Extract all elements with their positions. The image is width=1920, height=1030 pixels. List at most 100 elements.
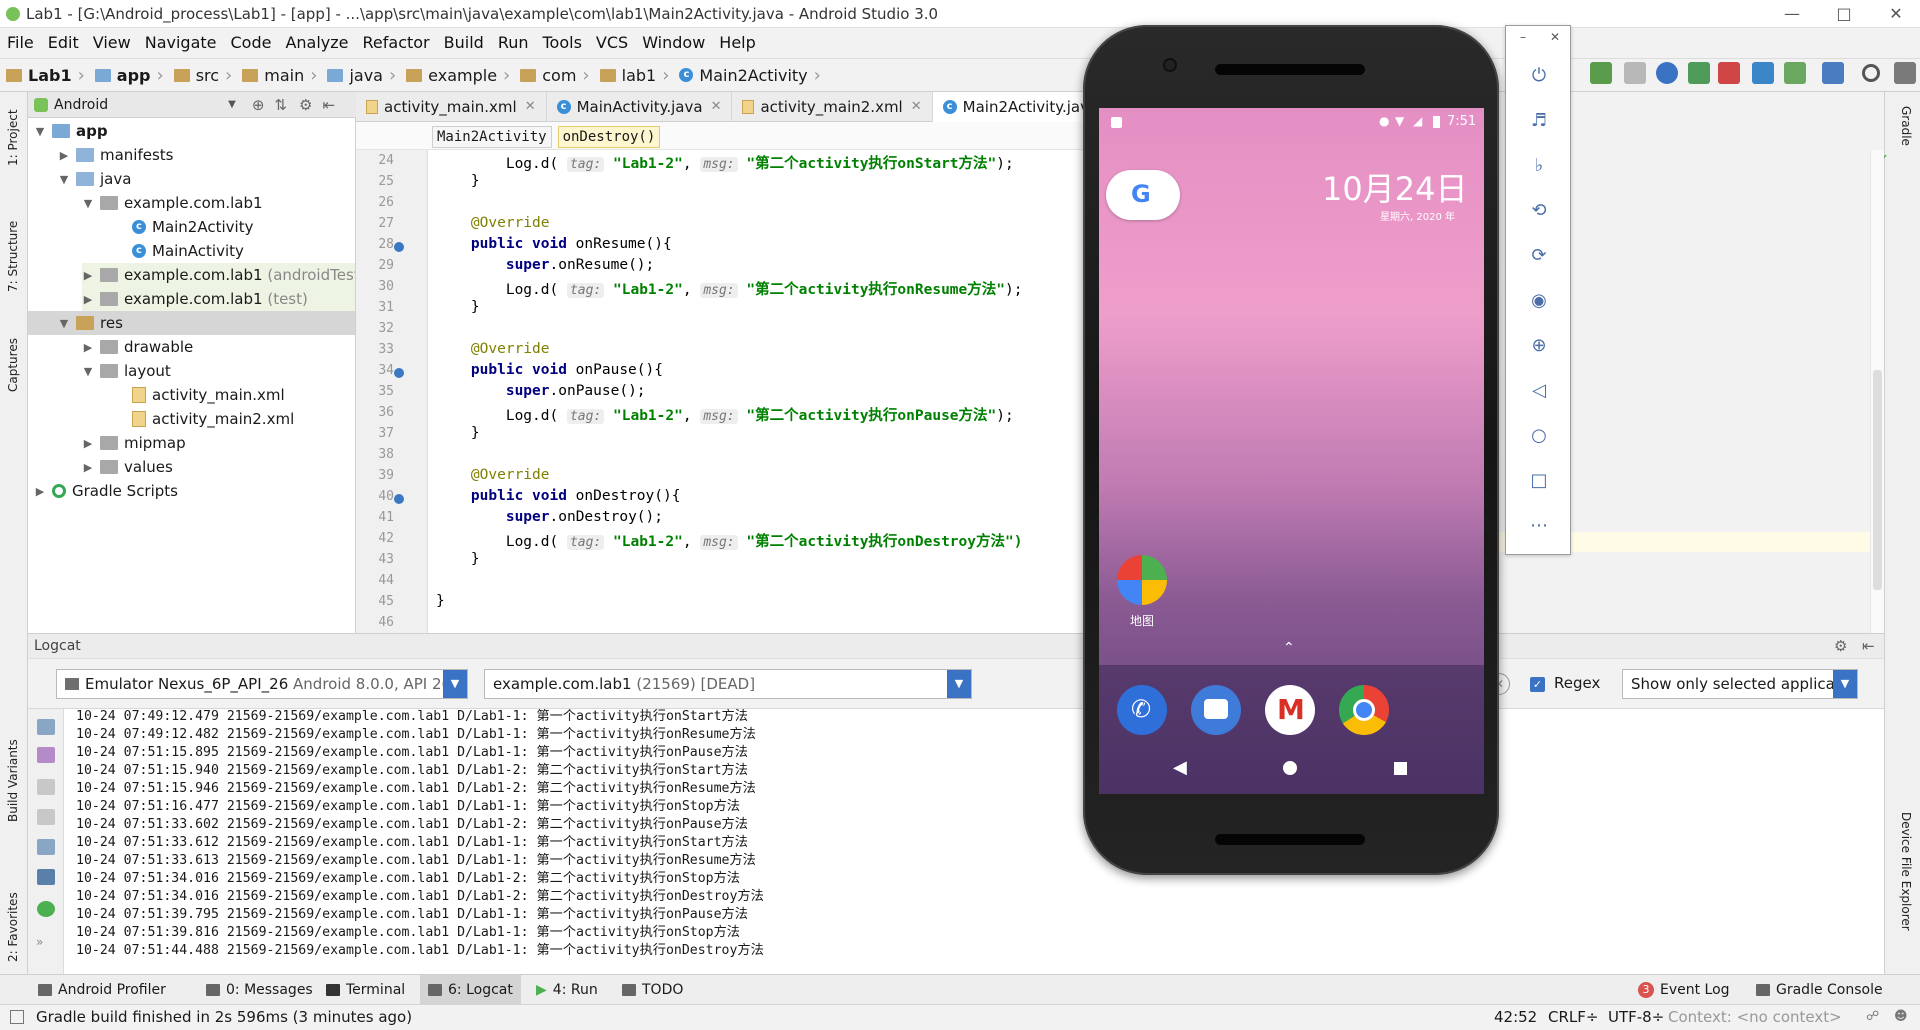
more-icon[interactable]: » (36, 935, 43, 949)
crumb-main2activity[interactable]: c Main2Activity › (673, 58, 824, 92)
tab-terminal[interactable]: Terminal (318, 975, 413, 1005)
tree-node-drawable[interactable]: ▶ drawable (82, 335, 194, 359)
gear-icon[interactable]: ⚙ (299, 96, 312, 114)
collapse-all-icon[interactable]: ⇅ (274, 96, 287, 114)
line-separator[interactable]: CRLF÷ (1548, 1008, 1598, 1026)
power-icon[interactable]: ⏻ (1527, 64, 1551, 88)
restore-icon[interactable]: □ (1818, 0, 1870, 28)
chevron-down-icon[interactable]: ▼ (58, 173, 70, 186)
screenshot-icon[interactable]: ◉ (1527, 289, 1551, 313)
tab-activity-main-xml[interactable]: activity_main.xml ✕ (356, 91, 547, 122)
clear-log-icon[interactable] (37, 719, 55, 735)
restart-icon[interactable] (37, 901, 55, 917)
maps-app-icon[interactable] (1117, 555, 1167, 605)
chevron-right-icon[interactable]: ▶ (82, 293, 94, 306)
tab-android-profiler[interactable]: Android Profiler (30, 975, 174, 1005)
overview-icon[interactable]: □ (1527, 469, 1551, 493)
zoom-icon[interactable]: ⊕ (1527, 334, 1551, 358)
tab-activity-main2-xml[interactable]: activity_main2.xml ✕ (732, 91, 933, 122)
search-icon[interactable] (1862, 64, 1880, 82)
tab-event-log[interactable]: 3 Event Log (1630, 975, 1738, 1005)
scroll-thumb[interactable] (1873, 370, 1882, 590)
menu-navigate[interactable]: Navigate (138, 28, 224, 58)
chevron-down-icon[interactable]: ▼ (947, 670, 971, 698)
captures-tool-tab[interactable]: Captures (6, 338, 20, 392)
gmail-app-icon[interactable]: M (1265, 685, 1315, 735)
crumb-java[interactable]: java › (321, 58, 400, 92)
chrome-app-icon[interactable] (1339, 685, 1389, 735)
favorites-tool-tab[interactable]: 2: Favorites (6, 892, 20, 962)
down-icon[interactable] (37, 809, 55, 825)
sync-scroll-icon[interactable]: ⊕ (252, 96, 265, 114)
project-structure-icon[interactable] (1822, 62, 1844, 84)
minimize-icon[interactable]: — (1766, 0, 1818, 28)
menu-help[interactable]: Help (712, 28, 762, 58)
home-date[interactable]: 10月24日 (1322, 164, 1467, 210)
project-tool-tab[interactable]: 1: Project (6, 109, 20, 166)
override-marker-icon[interactable] (394, 368, 404, 378)
caret-position[interactable]: 42:52 (1494, 1008, 1537, 1026)
close-icon[interactable]: ✕ (911, 99, 922, 114)
debug-icon[interactable] (1590, 62, 1612, 84)
code-editor[interactable]: Log.d( tag: "Lab1-2", msg: "第二个activity执… (428, 150, 1086, 633)
tree-node-app[interactable]: ▼ app (34, 119, 108, 143)
menu-file[interactable]: File (0, 28, 41, 58)
rotate-left-icon[interactable]: ⟲ (1527, 199, 1551, 223)
recents-icon[interactable] (1394, 762, 1407, 775)
tree-node-activity-main-xml[interactable]: activity_main.xml (132, 383, 285, 407)
home-icon[interactable]: ○ (1527, 424, 1551, 448)
hide-panel-icon[interactable]: ⇤ (322, 96, 335, 114)
lock-icon[interactable]: ☍ (1866, 1009, 1879, 1024)
rotate-right-icon[interactable]: ⟳ (1527, 244, 1551, 268)
menu-refactor[interactable]: Refactor (356, 28, 437, 58)
messages-app-icon[interactable] (1191, 685, 1241, 735)
tab-messages[interactable]: 0: Messages (198, 975, 321, 1005)
avd-manager-icon[interactable] (1784, 62, 1806, 84)
tree-node-package-main[interactable]: ▼ example.com.lab1 (82, 191, 263, 215)
crumb-com[interactable]: com › (514, 58, 593, 92)
crumb-lab1-pkg[interactable]: lab1 › (594, 58, 674, 92)
crumb-lab1[interactable]: Lab1 › (0, 58, 89, 92)
tree-node-gradle-scripts[interactable]: ▶ Gradle Scripts (34, 479, 178, 503)
device-selector[interactable]: Emulator Nexus_6P_API_26 Android 8.0.0, … (56, 669, 468, 699)
tree-node-main2activity[interactable]: c Main2Activity (132, 215, 253, 239)
volume-down-icon[interactable]: ♭ (1527, 154, 1551, 178)
chevron-right-icon[interactable]: ▶ (58, 149, 70, 162)
chevron-down-icon[interactable]: ▼ (228, 99, 236, 110)
print-icon[interactable] (37, 869, 55, 885)
volume-up-icon[interactable]: ♬ (1527, 109, 1551, 133)
app-drawer-arrow-icon[interactable]: ⌃ (1283, 640, 1295, 656)
minimize-icon[interactable]: – (1520, 30, 1526, 44)
back-icon[interactable]: ◁ (1527, 379, 1551, 403)
stop-icon[interactable] (1718, 62, 1740, 84)
close-icon[interactable]: ✕ (525, 99, 536, 114)
hector-icon[interactable]: ☻ (1894, 1009, 1908, 1024)
tree-node-manifests[interactable]: ▶ manifests (58, 143, 174, 167)
chevron-down-icon[interactable]: ▼ (1833, 670, 1857, 698)
chevron-right-icon[interactable]: ▶ (82, 269, 94, 282)
crumb-method[interactable]: onDestroy() (557, 126, 661, 148)
close-icon[interactable]: ✕ (711, 99, 722, 114)
tree-node-layout[interactable]: ▼ layout (82, 359, 171, 383)
crumb-class[interactable]: Main2Activity (432, 126, 552, 148)
tree-node-mipmap[interactable]: ▶ mipmap (82, 431, 186, 455)
tree-node-mainactivity[interactable]: c MainActivity (132, 239, 244, 263)
editor-scrollbar[interactable] (1870, 150, 1884, 633)
tree-node-values[interactable]: ▶ values (82, 455, 173, 479)
chevron-down-icon[interactable]: ▼ (82, 365, 94, 378)
google-search-widget[interactable]: G (1106, 170, 1180, 220)
crumb-example[interactable]: example › (400, 58, 514, 92)
override-marker-icon[interactable] (394, 242, 404, 252)
more-icon[interactable]: ⋯ (1527, 514, 1551, 538)
tab-todo[interactable]: TODO (614, 975, 691, 1005)
regex-checkbox[interactable]: ✓ (1530, 677, 1545, 692)
file-encoding[interactable]: UTF-8÷ (1608, 1008, 1664, 1026)
chevron-right-icon[interactable]: ▶ (34, 485, 46, 498)
menu-vcs[interactable]: VCS (589, 28, 635, 58)
gradle-sync-icon[interactable] (1894, 62, 1916, 84)
structure-tool-tab[interactable]: 7: Structure (6, 221, 20, 292)
chevron-down-icon[interactable]: ▼ (34, 125, 46, 138)
close-icon[interactable]: ✕ (1550, 30, 1560, 44)
override-marker-icon[interactable] (394, 494, 404, 504)
crumb-src[interactable]: src › (168, 58, 237, 92)
